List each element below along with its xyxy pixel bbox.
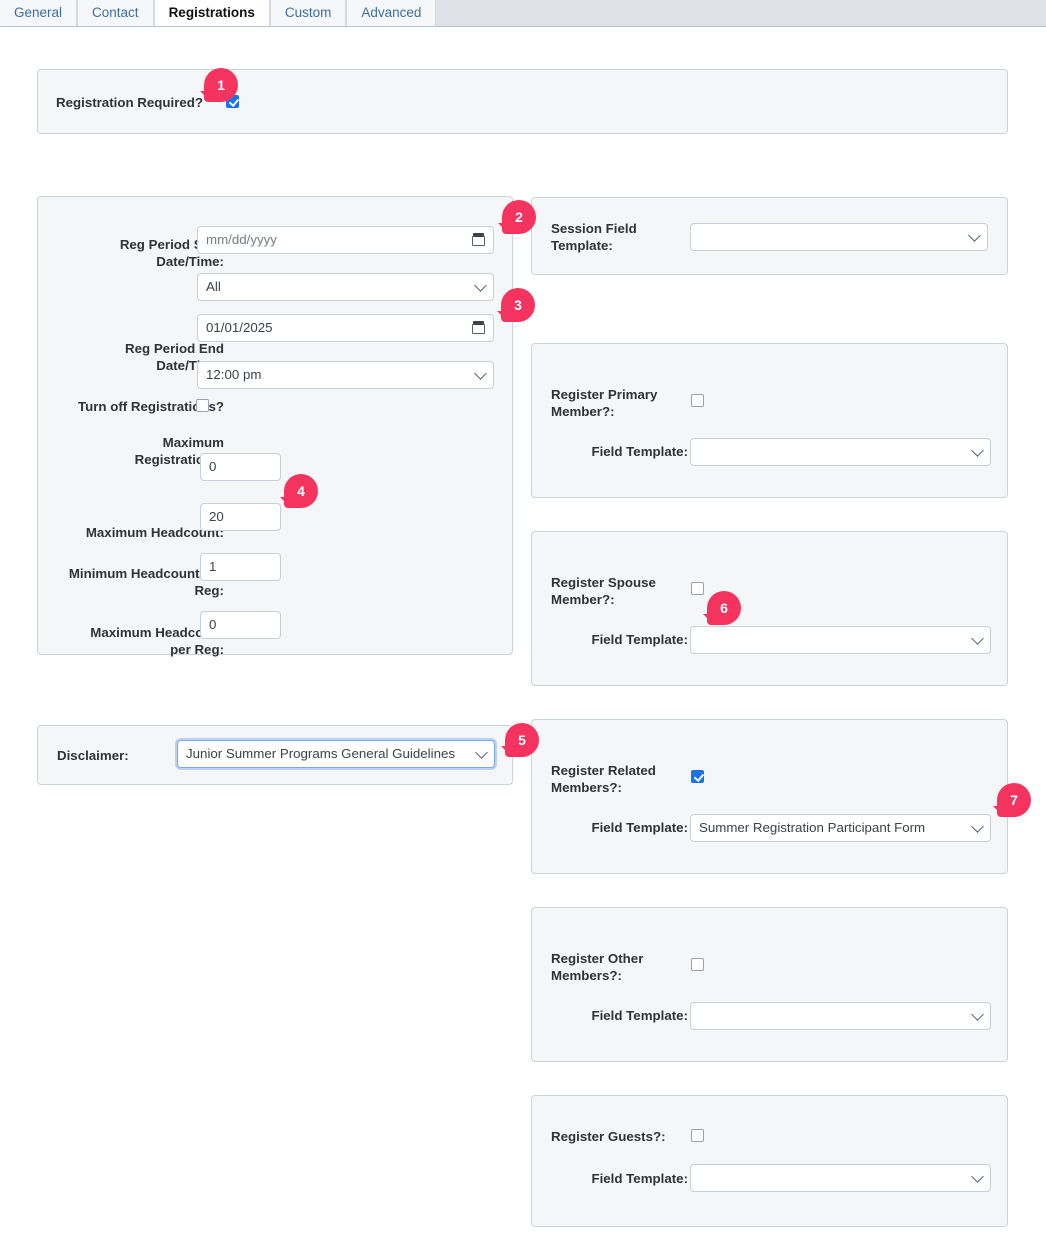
marker-3: 3 <box>497 288 535 322</box>
register-spouse-member-label: Register Spouse Member?: <box>551 575 656 607</box>
marker-1: 1 <box>200 68 238 102</box>
marker-5: 5 <box>501 723 539 757</box>
maximum-headcount-per-reg-input[interactable]: 0 <box>200 611 281 639</box>
related-field-template-value: Summer Registration Participant Form <box>699 820 926 835</box>
tab-label: Registrations <box>168 5 255 21</box>
tab-bar: General Contact Registrations Custom Adv… <box>0 0 1046 27</box>
reg-period-end-time-select[interactable]: 12:00 pm <box>197 361 494 389</box>
guests-field-template-select[interactable] <box>690 1164 991 1192</box>
calendar-icon[interactable] <box>472 233 485 246</box>
maximum-registrations-input[interactable]: 0 <box>200 453 281 481</box>
registration-required-label: Registration Required? <box>56 95 204 110</box>
tab-registrations[interactable]: Registrations <box>153 0 270 26</box>
related-field-template-select[interactable]: Summer Registration Participant Form <box>690 814 991 842</box>
reg-period-end-time-value: 12:00 pm <box>206 367 262 382</box>
related-field-template-label: Field Template: <box>591 820 688 835</box>
reg-period-start-time-value: All <box>206 279 221 294</box>
tab-contact[interactable]: Contact <box>77 0 154 26</box>
spouse-field-template-select[interactable] <box>690 626 991 654</box>
reg-period-start-date-input[interactable]: mm/dd/yyyy <box>197 226 494 254</box>
chevron-down-icon <box>971 444 984 457</box>
register-related-members-checkbox[interactable] <box>691 770 704 783</box>
disclaimer-select[interactable]: Junior Summer Programs General Guideline… <box>177 740 495 768</box>
other-field-template-label: Field Template: <box>591 1008 688 1023</box>
tab-label: General <box>14 5 63 21</box>
register-related-members-panel: Register Related Members?: Field Templat… <box>531 719 1008 874</box>
primary-field-template-label: Field Template: <box>591 444 688 459</box>
other-field-template-select[interactable] <box>690 1002 991 1030</box>
turn-off-registrations-checkbox[interactable] <box>196 399 209 412</box>
marker-7: 7 <box>993 783 1031 817</box>
marker-number: 1 <box>217 76 225 93</box>
reg-period-start-time-select[interactable]: All <box>197 273 494 301</box>
marker-number: 7 <box>1010 791 1018 808</box>
disclaimer-value: Junior Summer Programs General Guideline… <box>186 746 456 761</box>
disclaimer-panel: Disclaimer: Junior Summer Programs Gener… <box>37 725 513 785</box>
register-other-members-checkbox[interactable] <box>691 958 704 971</box>
tab-label: Advanced <box>361 5 422 21</box>
register-other-members-panel: Register Other Members?: Field Template: <box>531 907 1008 1062</box>
chevron-down-icon <box>971 632 984 645</box>
register-primary-member-label: Register Primary Member?: <box>551 387 658 419</box>
maximum-headcount-per-reg-value: 0 <box>209 617 217 632</box>
chevron-down-icon <box>971 1170 984 1183</box>
marker-number: 2 <box>515 208 523 225</box>
session-field-template-panel: Session Field Template: <box>531 197 1008 275</box>
marker-4: 4 <box>280 474 318 508</box>
tab-custom[interactable]: Custom <box>269 0 347 26</box>
maximum-headcount-value: 20 <box>209 509 224 524</box>
chevron-down-icon <box>968 229 981 242</box>
disclaimer-label: Disclaimer: <box>57 748 129 763</box>
page-canvas: Registration Required? Reg Period Start … <box>0 27 1046 1252</box>
tab-general[interactable]: General <box>0 0 78 26</box>
registration-period-panel: Reg Period Start Date/Time: mm/dd/yyyy A… <box>37 196 513 657</box>
tab-label: Custom <box>284 5 332 21</box>
register-guests-panel: Register Guests?: Field Template: <box>531 1095 1008 1227</box>
session-field-template-label: Session Field Template: <box>551 221 637 253</box>
guests-field-template-label: Field Template: <box>591 1171 688 1186</box>
tab-label: Contact <box>92 5 139 21</box>
spouse-field-template-label: Field Template: <box>591 632 688 647</box>
chevron-down-icon <box>475 746 488 759</box>
chevron-down-icon <box>971 820 984 833</box>
marker-number: 4 <box>297 482 305 499</box>
marker-number: 6 <box>720 599 728 616</box>
reg-period-end-date-input[interactable]: 01/01/2025 <box>197 314 494 342</box>
tab-advanced[interactable]: Advanced <box>346 0 437 26</box>
marker-6: 6 <box>703 591 741 625</box>
register-primary-member-checkbox[interactable] <box>691 394 704 407</box>
maximum-headcount-input[interactable]: 20 <box>200 503 281 531</box>
chevron-down-icon <box>971 1008 984 1021</box>
marker-2: 2 <box>498 200 536 234</box>
marker-number: 5 <box>518 731 526 748</box>
register-primary-member-panel: Register Primary Member?: Field Template… <box>531 343 1008 498</box>
register-related-members-label: Register Related Members?: <box>551 763 656 795</box>
reg-period-end-date-value: 01/01/2025 <box>206 320 273 335</box>
session-field-template-select[interactable] <box>690 223 988 251</box>
marker-number: 3 <box>514 296 522 313</box>
chevron-down-icon <box>474 279 487 292</box>
calendar-icon[interactable] <box>472 321 485 334</box>
primary-field-template-select[interactable] <box>690 438 991 466</box>
minimum-headcount-per-reg-input[interactable]: 1 <box>200 553 281 581</box>
maximum-registrations-value: 0 <box>209 459 217 474</box>
reg-period-start-date-value: mm/dd/yyyy <box>206 232 277 247</box>
register-other-members-label: Register Other Members?: <box>551 951 644 983</box>
registration-required-panel: Registration Required? <box>37 69 1008 134</box>
tab-bar-filler <box>436 0 1046 26</box>
register-guests-label: Register Guests?: <box>551 1129 666 1144</box>
chevron-down-icon <box>474 367 487 380</box>
register-spouse-member-panel: Register Spouse Member?: Field Template: <box>531 531 1008 686</box>
register-guests-checkbox[interactable] <box>691 1129 704 1142</box>
register-spouse-member-checkbox[interactable] <box>691 582 704 595</box>
minimum-headcount-per-reg-value: 1 <box>209 559 217 574</box>
